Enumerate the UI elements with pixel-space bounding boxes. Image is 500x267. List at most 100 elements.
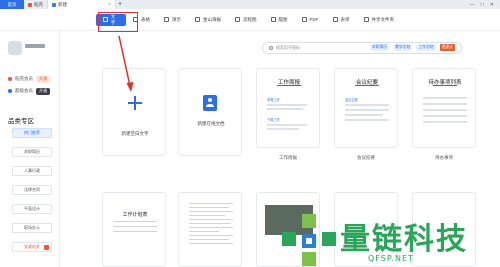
flowchart-icon (235, 17, 240, 22)
presentation-icon (164, 17, 169, 22)
sidebar-item-design[interactable]: 平面设计 (12, 204, 52, 214)
text-line (189, 227, 233, 228)
member-row-super[interactable]: 超级会员 开通 (8, 87, 56, 95)
text-line (189, 235, 233, 236)
text-line (189, 223, 231, 224)
template-card-minutes[interactable]: 会议纪要 会议主题 (334, 68, 398, 148)
template-card-weekly[interactable]: 工作周报 本周工作 下周工作 (256, 68, 320, 148)
template-card-plan[interactable]: 工作计划表 (102, 192, 166, 267)
text-line (113, 226, 157, 227)
member-label: 超级会员 (15, 88, 33, 93)
add-tab-button[interactable]: + (116, 0, 124, 9)
sidebar-item-resume[interactable]: 求职简历 (12, 147, 52, 157)
tool-form[interactable]: 表单 (326, 14, 357, 26)
member-row-docer[interactable]: 稻壳会员 开通 (8, 75, 56, 83)
tool-presentation[interactable]: 演示 (157, 14, 188, 26)
tool-label: PDF (309, 17, 319, 22)
text-line (189, 211, 233, 212)
tab-bar: 首页 稻壳 新建 × + — □ ✕ (0, 0, 500, 9)
tab-label: 新建 (58, 1, 67, 7)
template-line: 本周工作 (267, 98, 280, 102)
text-line (113, 221, 157, 222)
super-member-icon (8, 89, 12, 93)
docs-icon (52, 2, 56, 7)
tool-label: 金山海报 (203, 16, 221, 22)
tab-new[interactable]: 新建 × (48, 0, 116, 9)
text-line (267, 128, 299, 130)
text-line (189, 239, 229, 240)
minimize-button[interactable]: — (470, 2, 475, 8)
docer-icon (28, 2, 32, 7)
feedback-link[interactable]: 提建议 (439, 44, 455, 51)
window-controls: — □ ✕ (470, 0, 500, 9)
template-label: 会议纪要 (357, 155, 375, 160)
template-title: 工作计划表 (122, 212, 148, 218)
new-online-doc-card[interactable]: 新建在线文档 (178, 68, 242, 156)
text-line (423, 97, 467, 99)
title-underline (277, 85, 301, 86)
tool-poster[interactable]: 金山海报 (188, 14, 228, 26)
tool-flowchart[interactable]: 流程图 (228, 14, 264, 26)
hot-icon (44, 244, 49, 250)
mindmap-icon (270, 17, 276, 22)
tool-shared-folder[interactable]: 共享文件夹 (357, 14, 402, 26)
watermark-text: 量链科技 (340, 222, 468, 257)
close-window-button[interactable]: ✕ (490, 2, 494, 8)
poster-icon (195, 17, 200, 22)
tab-label: 稻壳 (34, 1, 43, 7)
tool-label: 表格 (141, 16, 150, 22)
title-underline (433, 85, 457, 86)
text-line (423, 109, 467, 111)
tab-docer[interactable]: 稻壳 (24, 0, 48, 9)
member-label: 稻壳会员 (15, 76, 33, 81)
text-line (189, 243, 233, 244)
text-line (189, 215, 225, 216)
sidebar-item-legal[interactable]: 法律合同 (12, 185, 52, 195)
suggestion-link[interactable]: 教学总结 (393, 44, 413, 51)
suggestion-link[interactable]: 求职简历 (370, 44, 390, 51)
online-doc-icon (203, 95, 217, 111)
sidebar-item-gov[interactable]: 党政机关 (12, 242, 52, 252)
tool-label: 共享文件夹 (371, 16, 395, 22)
avatar[interactable] (8, 41, 22, 55)
pdf-icon (301, 17, 307, 22)
new-blank-doc-card[interactable]: 新建空白文字 (102, 68, 166, 156)
folder-icon (363, 17, 369, 22)
template-line: 会议主题 (345, 98, 358, 102)
text-line (345, 119, 389, 121)
template-label: 待办事项 (435, 155, 453, 160)
maximize-button[interactable]: □ (481, 2, 484, 8)
plus-icon (128, 96, 142, 110)
tool-label: 表单 (340, 16, 350, 22)
open-badge[interactable]: 开通 (36, 75, 50, 83)
sidebar: 稻壳会员 开通 超级会员 开通 品类专区 热门推荐 求职简历 人事行政 法律合同… (0, 31, 60, 267)
text-line (189, 231, 219, 232)
template-line: 下周工作 (267, 118, 280, 122)
text-line (189, 207, 229, 208)
tab-home[interactable]: 首页 (0, 0, 24, 9)
tool-label: 流程图 (243, 16, 257, 22)
form-icon (332, 17, 338, 22)
text-line (423, 121, 467, 123)
template-card-article[interactable] (178, 192, 242, 267)
tool-mindmap[interactable]: 脑图 (264, 14, 295, 26)
tool-label: 演示 (172, 16, 181, 22)
open-badge[interactable]: 开通 (36, 87, 50, 95)
text-line (345, 109, 389, 111)
sidebar-item-hr[interactable]: 人事行政 (12, 166, 52, 176)
card-label: 新建在线文档 (197, 121, 225, 126)
text-line (345, 104, 389, 106)
tool-pdf[interactable]: PDF (295, 14, 326, 26)
highlight-annotation (98, 12, 138, 32)
suggestion-link[interactable]: 工作总结 (416, 44, 436, 51)
text-line (423, 103, 467, 105)
text-line (267, 124, 307, 126)
sidebar-item-office[interactable]: 职场办公 (12, 223, 52, 233)
text-line (423, 115, 467, 117)
close-icon[interactable]: × (108, 2, 111, 8)
template-card-todo[interactable]: 待办事项列表 (412, 68, 476, 148)
sidebar-item-label: 党政机关 (24, 244, 40, 249)
username-placeholder (25, 44, 45, 48)
sidebar-item-hot[interactable]: 热门推荐 (12, 128, 52, 138)
